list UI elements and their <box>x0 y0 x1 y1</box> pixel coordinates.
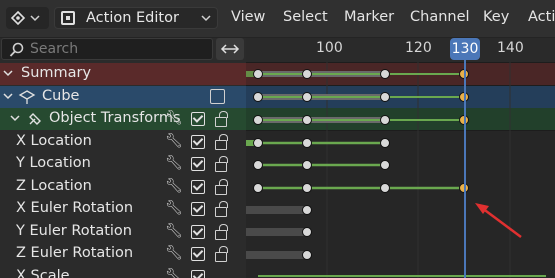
checkbox-icon[interactable] <box>191 180 205 194</box>
object-icon <box>18 90 36 104</box>
checkbox-icon[interactable] <box>191 112 205 126</box>
current-frame-indicator[interactable]: 130 <box>450 38 480 60</box>
lock-icon[interactable] <box>215 224 228 240</box>
ruler-tick-100: 100 <box>316 40 343 56</box>
checkbox-icon[interactable] <box>191 225 205 239</box>
lock-icon[interactable] <box>215 111 228 127</box>
channel-label: X Scale <box>16 268 70 278</box>
wrench-icon[interactable]: 🔧︎ <box>165 223 183 239</box>
chevron-down-icon <box>201 15 211 22</box>
ruler-tick-140: 140 <box>497 40 524 56</box>
keyframe-area[interactable] <box>246 62 555 278</box>
playhead-line[interactable] <box>464 60 466 278</box>
menu-select[interactable]: Select <box>283 9 328 25</box>
channel-label: X Euler Rotation <box>16 200 134 216</box>
lock-icon[interactable] <box>215 246 228 262</box>
channel-row[interactable]: Z Euler Rotation 🔧︎ <box>0 243 246 265</box>
menu-view[interactable]: View <box>231 9 265 25</box>
checkbox-icon[interactable] <box>191 157 205 171</box>
channel-label: Object Transforms <box>49 110 181 126</box>
wrench-icon[interactable]: 🔧︎ <box>165 155 183 171</box>
lock-icon[interactable] <box>215 156 228 172</box>
checkbox-icon[interactable] <box>191 135 205 149</box>
lock-icon[interactable] <box>215 179 228 195</box>
channel-label: Y Location <box>16 155 91 171</box>
channel-row[interactable]: Z Location 🔧︎ <box>0 176 246 198</box>
channel-label: Cube <box>42 88 80 104</box>
collapse-arrow-icon[interactable] <box>10 115 20 123</box>
channel-label: Z Euler Rotation <box>16 245 134 261</box>
collapse-arrow-icon[interactable] <box>3 70 13 78</box>
wrench-icon[interactable]: 🔧︎ <box>165 200 183 216</box>
search-icon <box>9 42 24 57</box>
channel-row[interactable]: X Location 🔧︎ <box>0 131 246 153</box>
action-icon <box>61 11 75 25</box>
wrench-icon[interactable]: 🔧︎ <box>165 245 183 261</box>
menu-key[interactable]: Key <box>483 9 509 25</box>
channel-summary[interactable]: Summary <box>0 63 246 85</box>
checkbox-icon[interactable] <box>191 202 205 216</box>
dope-sheet-icon <box>11 11 40 25</box>
wrench-icon[interactable]: 🔧︎ <box>165 268 183 278</box>
group-icon <box>29 113 41 125</box>
search-input[interactable] <box>30 40 205 58</box>
mode-dropdown[interactable]: Action Editor <box>54 7 218 29</box>
channel-group[interactable]: Object Transforms 🔧︎ <box>0 108 246 130</box>
menu-channel[interactable]: Channel <box>410 9 470 25</box>
object-data-icon[interactable] <box>210 89 225 104</box>
channel-row[interactable]: Y Euler Rotation 🔧︎ <box>0 221 246 243</box>
menu-marker[interactable]: Marker <box>344 9 394 25</box>
channel-row[interactable]: Y Location 🔧︎ <box>0 153 246 175</box>
lock-icon[interactable] <box>215 201 228 217</box>
channel-label: X Location <box>16 133 92 149</box>
mode-label: Action Editor <box>86 10 179 26</box>
search-field[interactable] <box>1 38 213 60</box>
lock-icon[interactable] <box>215 134 228 150</box>
swap-channels-button[interactable] <box>216 38 244 60</box>
checkbox-icon[interactable] <box>191 247 205 261</box>
channel-label: Z Location <box>16 178 92 194</box>
editor-type-selector[interactable] <box>6 7 49 29</box>
channel-row[interactable]: X Euler Rotation 🔧︎ <box>0 198 246 220</box>
wrench-icon[interactable]: 🔧︎ <box>165 110 183 126</box>
header-bar: Action Editor View Select Marker Channel… <box>0 0 555 38</box>
wrench-icon[interactable]: 🔧︎ <box>165 178 183 194</box>
channel-row[interactable]: X Scale 🔧︎ <box>0 266 246 278</box>
channel-cube[interactable]: Cube <box>0 86 246 108</box>
swap-arrows-icon <box>220 44 240 54</box>
ruler-tick-120: 120 <box>405 40 432 56</box>
wrench-icon[interactable]: 🔧︎ <box>165 133 183 149</box>
menu-action[interactable]: Actio <box>528 9 555 25</box>
collapse-arrow-icon[interactable] <box>3 93 13 101</box>
checkbox-icon[interactable] <box>191 270 205 278</box>
channel-label: Summary <box>21 65 92 81</box>
channel-label: Y Euler Rotation <box>16 223 132 239</box>
